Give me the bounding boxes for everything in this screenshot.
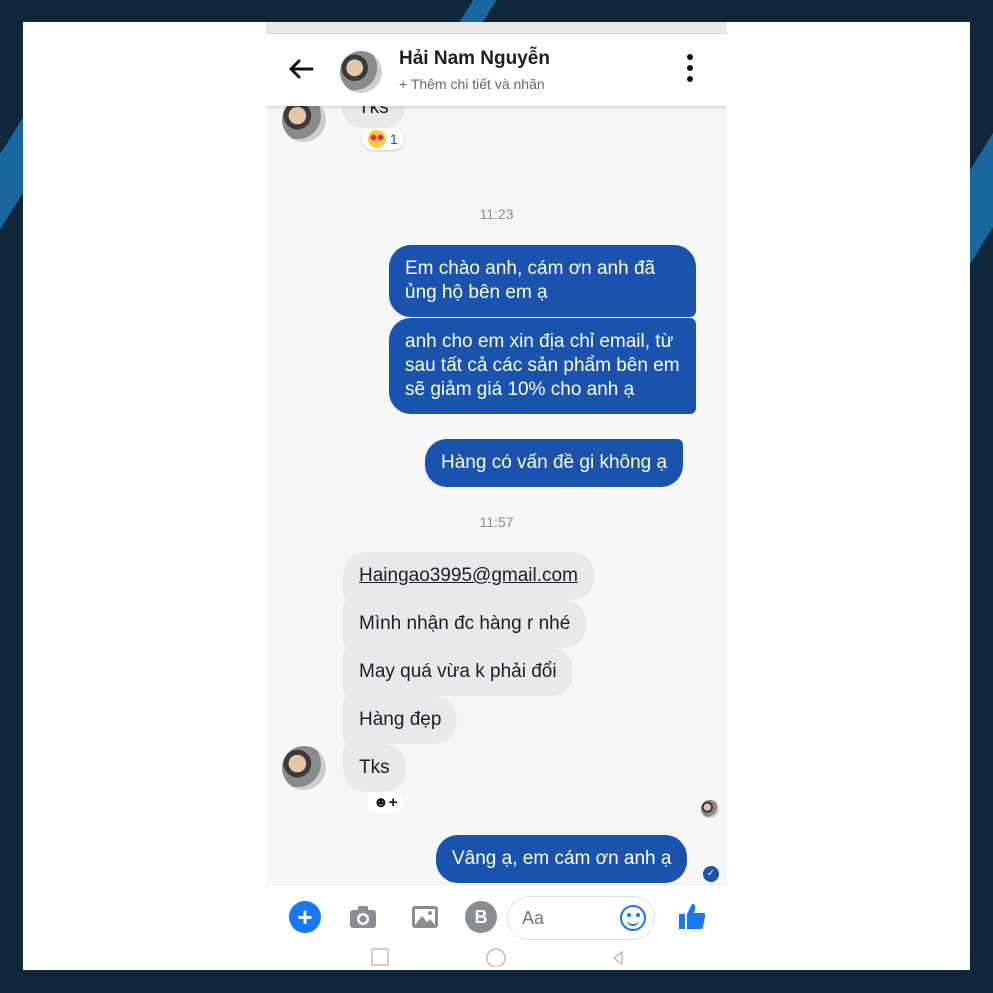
chat-header: Hải Nam Nguyễn + Thêm chi tiết và nhãn xyxy=(266,34,727,106)
status-bar xyxy=(266,22,727,34)
coin-icon[interactable]: B xyxy=(465,901,497,933)
timestamp: 11:23 xyxy=(479,206,514,222)
image-icon[interactable] xyxy=(409,901,441,933)
heart-eyes-emoji-icon xyxy=(368,130,386,148)
sender-avatar xyxy=(282,746,326,790)
message-input[interactable] xyxy=(522,907,612,929)
contact-name[interactable]: Hải Nam Nguyễn xyxy=(399,48,550,70)
message-bubble-incoming[interactable]: Mình nhận đc hàng r nhé xyxy=(343,600,587,648)
message-input-box[interactable] xyxy=(507,896,655,940)
message-list: Tks 1 11:23 Em chào anh, cám ơn anh đã ủ… xyxy=(266,88,727,884)
message-bubble-outgoing[interactable]: anh cho em xin địa chỉ email, từ sau tất… xyxy=(389,318,696,414)
add-reaction-icon[interactable]: ☻+ xyxy=(368,792,403,813)
message-bubble-outgoing[interactable]: Em chào anh, cám ơn anh đã ủng hộ bên em… xyxy=(389,245,696,317)
more-vertical-icon[interactable] xyxy=(683,54,697,86)
back-arrow-icon[interactable] xyxy=(288,58,314,80)
message-bubble-outgoing[interactable]: Hàng có vấn đề gi không ạ xyxy=(425,439,684,487)
message-bubble-incoming[interactable]: Tks xyxy=(343,744,406,792)
thumbs-up-icon[interactable] xyxy=(676,901,708,933)
message-bubble-incoming[interactable]: May quá vừa k phải đổi xyxy=(343,648,573,696)
reaction-count: 1 xyxy=(390,131,398,147)
emoji-icon[interactable] xyxy=(620,905,646,931)
message-bubble-incoming[interactable]: Hàng đẹp xyxy=(343,696,458,744)
messenger-screen: Hải Nam Nguyễn + Thêm chi tiết và nhãn T… xyxy=(266,22,727,970)
message-bubble-outgoing[interactable]: Vâng ạ, em cám ơn anh ạ xyxy=(436,835,688,883)
plus-icon[interactable]: + xyxy=(289,901,321,933)
sent-check-icon: ✓ xyxy=(703,866,719,882)
timestamp: 11:57 xyxy=(479,514,514,530)
add-details-link[interactable]: + Thêm chi tiết và nhãn xyxy=(399,76,545,92)
contact-avatar[interactable] xyxy=(340,51,382,93)
reaction-badge[interactable]: 1 xyxy=(362,128,404,150)
camera-icon[interactable] xyxy=(347,901,379,933)
system-nav-bar xyxy=(371,948,623,967)
message-bubble-incoming[interactable]: Haingao3995@gmail.com xyxy=(343,552,594,600)
read-receipt-avatar xyxy=(701,800,719,818)
